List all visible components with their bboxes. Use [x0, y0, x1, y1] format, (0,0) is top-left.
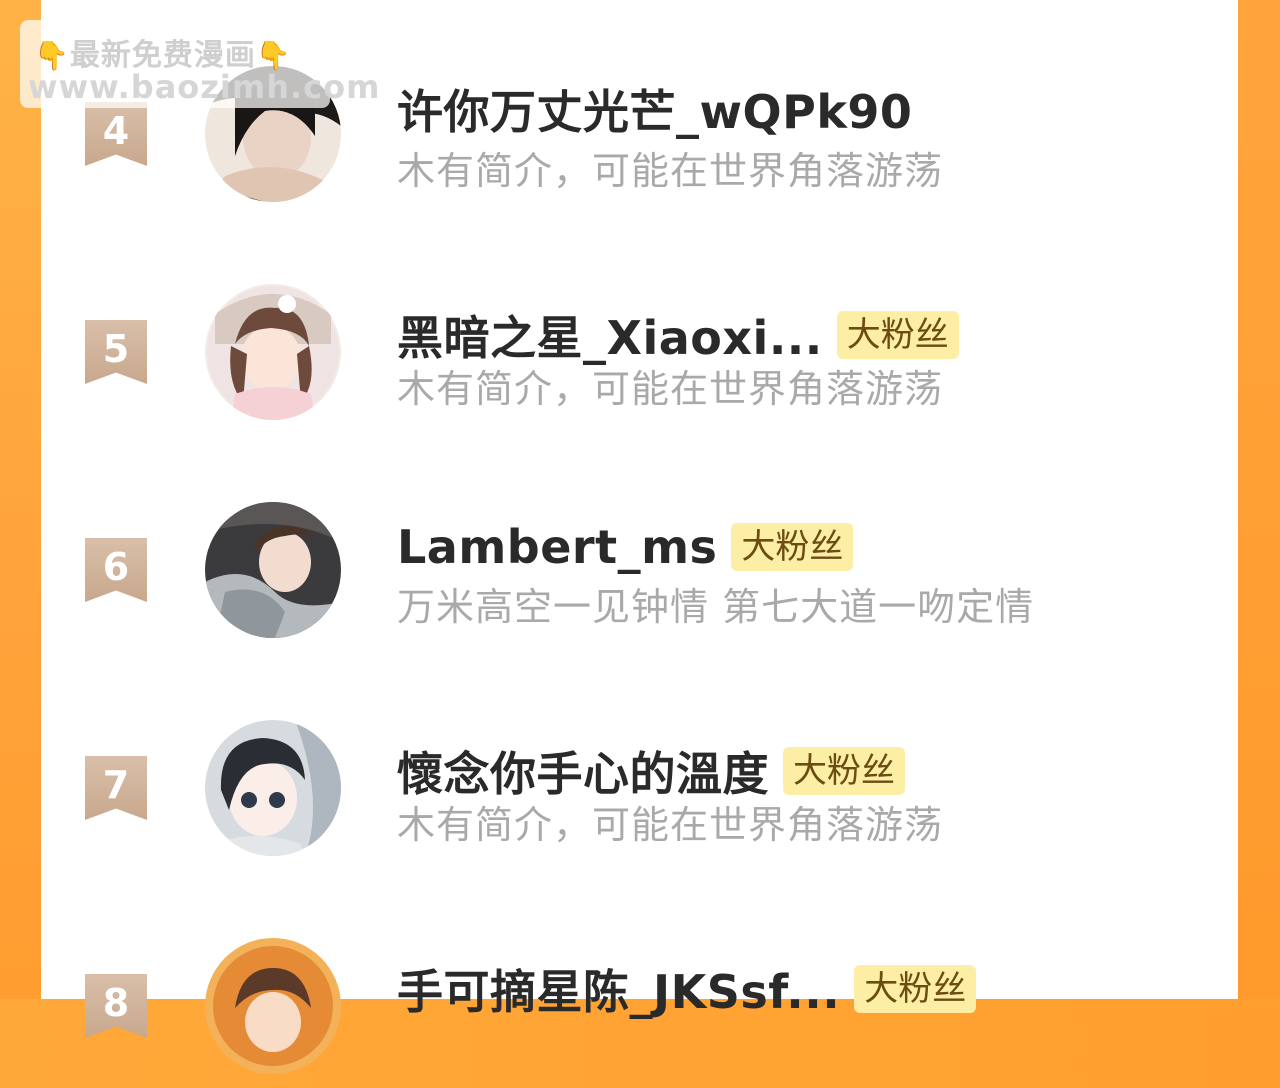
avatar[interactable]	[205, 502, 341, 638]
fan-name[interactable]: Lambert_ms	[397, 520, 717, 574]
right-border	[1238, 0, 1280, 999]
rank-badge: 6	[85, 538, 147, 602]
avatar[interactable]	[205, 284, 341, 420]
watermark-url: www.baozimh.com	[28, 68, 381, 106]
fan-bio: 木有简介，可能在世界角落游荡	[397, 803, 944, 847]
left-border	[0, 0, 41, 999]
fan-level-badge: 大粉丝	[836, 311, 959, 359]
fan-list-item[interactable]: 5 黑暗之星_Xiaoxi... 大粉丝 木有简介，可能在世界角落游荡	[41, 274, 1238, 434]
fan-bio: 木有简介，可能在世界角落游荡	[397, 367, 944, 411]
rank-badge: 7	[85, 756, 147, 820]
fan-list-item[interactable]: 7 懷念你手心的溫度 大粉丝 木有简介，可能在世界角落游荡	[41, 710, 1238, 870]
fan-name[interactable]: 许你万丈光芒_wQPk90	[397, 76, 912, 142]
avatar[interactable]	[205, 720, 341, 856]
rank-badge: 5	[85, 320, 147, 384]
rank-badge: 8	[85, 974, 147, 1038]
fan-level-badge: 大粉丝	[731, 523, 854, 571]
fan-list-item[interactable]: 6 Lambert_ms 大粉丝 万米高空一见钟情 第七大道一吻定情	[41, 492, 1238, 652]
watermark: 👇最新免费漫画👇 www.baozimh.com	[20, 20, 379, 108]
fan-level-badge: 大粉丝	[783, 747, 905, 795]
fan-name[interactable]: 手可摘星陈_JKSsf...	[397, 956, 840, 1022]
rank-badge: 4	[85, 102, 147, 166]
fan-list-item[interactable]: 8 手可摘星陈_JKSsf... 大粉丝	[41, 928, 1238, 1088]
avatar[interactable]	[205, 938, 341, 1074]
fan-bio: 木有简介，可能在世界角落游荡	[397, 149, 944, 193]
fan-bio: 万米高空一见钟情 第七大道一吻定情	[397, 585, 1035, 629]
fan-level-badge: 大粉丝	[854, 965, 977, 1013]
